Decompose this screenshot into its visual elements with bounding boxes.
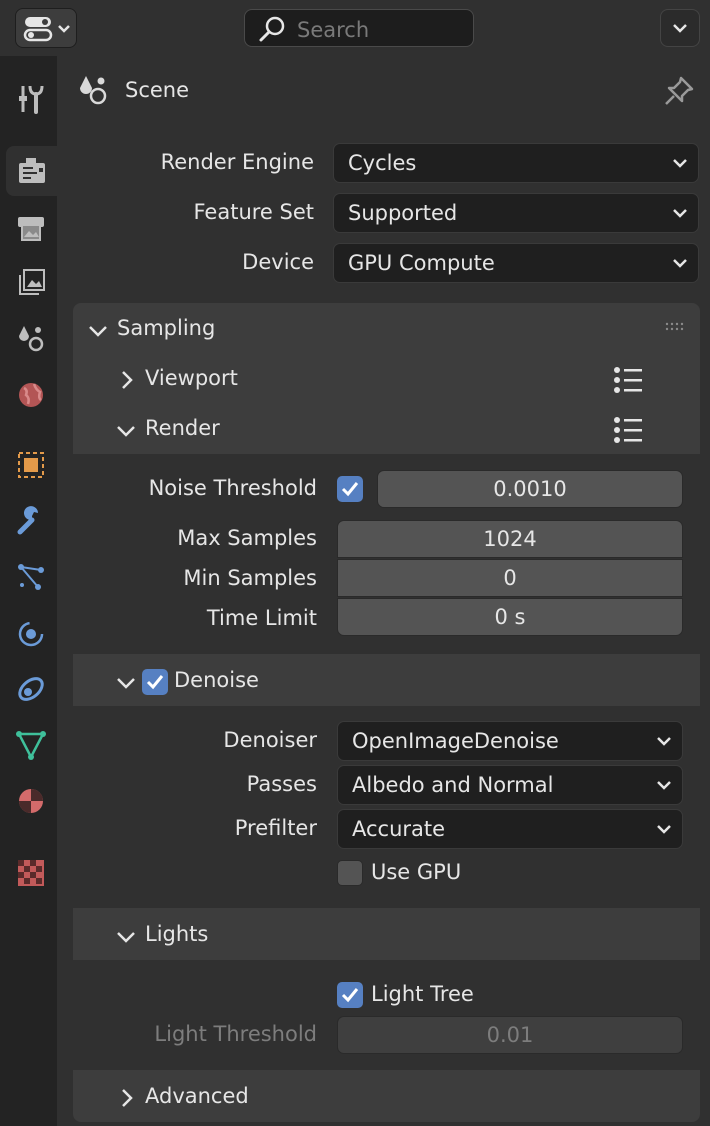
render-engine-label: Render Engine xyxy=(160,150,314,174)
world-icon xyxy=(18,383,43,407)
checkmark-icon xyxy=(146,675,164,690)
material-icon xyxy=(18,789,43,813)
noise-threshold-checkbox[interactable] xyxy=(337,476,363,502)
chevron-down-icon[interactable] xyxy=(114,672,138,694)
scene-tab[interactable] xyxy=(4,314,57,364)
time-limit-field[interactable]: 0 s xyxy=(337,598,683,636)
chevron-right-icon[interactable] xyxy=(116,369,138,391)
min-samples-field[interactable]: 0 xyxy=(337,559,683,597)
max-samples-field[interactable]: 1024 xyxy=(337,520,683,558)
render-icon xyxy=(18,158,45,183)
sampling-header[interactable]: Sampling xyxy=(117,316,215,340)
denoiser-value: OpenImageDenoise xyxy=(352,729,559,753)
texture-tab[interactable] xyxy=(4,848,57,898)
particles-tab[interactable] xyxy=(4,552,57,602)
checkmark-icon xyxy=(341,482,359,497)
material-tab[interactable] xyxy=(4,776,57,826)
feature-set-select[interactable]: Supported xyxy=(333,193,699,233)
modifier-tab[interactable] xyxy=(4,496,57,546)
context-title: Scene xyxy=(125,78,190,102)
chevron-down-icon xyxy=(673,24,687,33)
noise-threshold-field[interactable]: 0.0010 xyxy=(377,470,683,508)
output-tab[interactable] xyxy=(4,202,57,252)
time-limit-label: Time Limit xyxy=(206,606,317,630)
passes-label: Passes xyxy=(246,772,317,796)
prefilter-value: Accurate xyxy=(352,817,446,841)
presets-list-icon[interactable] xyxy=(612,366,644,394)
prefilter-label: Prefilter xyxy=(234,816,317,840)
feature-set-label: Feature Set xyxy=(193,200,314,224)
denoiser-select[interactable]: OpenImageDenoise xyxy=(337,721,683,761)
texture-icon xyxy=(17,860,44,886)
device-select[interactable]: GPU Compute xyxy=(333,243,699,283)
chevron-down-icon xyxy=(673,159,687,168)
search-placeholder: Search xyxy=(297,18,370,42)
light-tree-label[interactable]: Light Tree xyxy=(371,982,474,1006)
particles-icon xyxy=(17,564,44,590)
device-value: GPU Compute xyxy=(348,251,495,275)
light-threshold-field: 0.01 xyxy=(337,1016,683,1054)
chevron-down-icon xyxy=(657,737,671,746)
editor-type-button[interactable] xyxy=(15,8,77,48)
chevron-down-icon xyxy=(657,825,671,834)
prefilter-select[interactable]: Accurate xyxy=(337,809,683,849)
passes-select[interactable]: Albedo and Normal xyxy=(337,765,683,805)
pin-icon[interactable] xyxy=(662,74,696,108)
noise-threshold-label: Noise Threshold xyxy=(148,476,317,500)
checkmark-icon xyxy=(341,988,359,1003)
use-gpu-checkbox[interactable] xyxy=(337,860,363,886)
denoiser-label: Denoiser xyxy=(223,728,317,752)
render-subpanel-header[interactable]: Render xyxy=(145,416,220,440)
chevron-down-icon xyxy=(673,209,687,218)
denoise-checkbox[interactable] xyxy=(142,669,168,695)
chevron-down-icon[interactable] xyxy=(114,420,138,442)
wrench-icon xyxy=(17,506,38,535)
min-samples-label: Min Samples xyxy=(183,566,317,590)
world-tab[interactable] xyxy=(4,370,57,420)
device-label: Device xyxy=(242,250,314,274)
max-samples-label: Max Samples xyxy=(177,526,317,550)
constraints-tab[interactable] xyxy=(4,664,57,714)
denoise-subpanel-header[interactable]: Denoise xyxy=(174,668,259,692)
render-engine-value: Cycles xyxy=(348,151,417,175)
editor-type-icon xyxy=(23,17,70,42)
drag-handle-icon[interactable] xyxy=(664,320,688,334)
object-tab[interactable] xyxy=(4,440,57,490)
scene-icon xyxy=(80,76,107,105)
viewport-subpanel-header[interactable]: Viewport xyxy=(145,366,238,390)
presets-list-icon[interactable] xyxy=(612,416,644,444)
chevron-down-icon[interactable] xyxy=(86,320,110,342)
search-input[interactable]: Search xyxy=(244,9,474,47)
lights-subpanel-header[interactable]: Lights xyxy=(145,922,208,946)
view-layer-tab[interactable] xyxy=(4,258,57,308)
chevron-down-icon[interactable] xyxy=(114,926,138,948)
advanced-subpanel-header[interactable]: Advanced xyxy=(145,1084,249,1108)
output-icon xyxy=(17,217,44,241)
physics-tab[interactable] xyxy=(4,608,57,658)
object-icon xyxy=(17,452,44,478)
properties-tabs-sidebar xyxy=(0,56,57,1126)
physics-icon xyxy=(18,621,43,647)
render-engine-select[interactable]: Cycles xyxy=(333,143,699,183)
chevron-down-icon xyxy=(673,259,687,268)
scene-icon xyxy=(18,326,43,352)
mesh-data-icon xyxy=(15,731,46,760)
data-tab[interactable] xyxy=(4,720,57,770)
chevron-right-icon[interactable] xyxy=(116,1087,138,1109)
view-layer-icon xyxy=(18,269,45,295)
feature-set-value: Supported xyxy=(348,201,458,225)
search-icon xyxy=(259,16,285,42)
tool-icon xyxy=(18,85,43,114)
use-gpu-label[interactable]: Use GPU xyxy=(371,860,461,884)
passes-value: Albedo and Normal xyxy=(352,773,554,797)
chevron-down-icon xyxy=(657,781,671,790)
light-threshold-label: Light Threshold xyxy=(154,1022,317,1046)
options-dropdown-button[interactable] xyxy=(660,9,700,47)
light-tree-checkbox[interactable] xyxy=(337,982,363,1008)
tool-tab[interactable] xyxy=(4,74,57,124)
render-tab[interactable] xyxy=(6,146,57,196)
constraints-icon xyxy=(17,677,44,701)
